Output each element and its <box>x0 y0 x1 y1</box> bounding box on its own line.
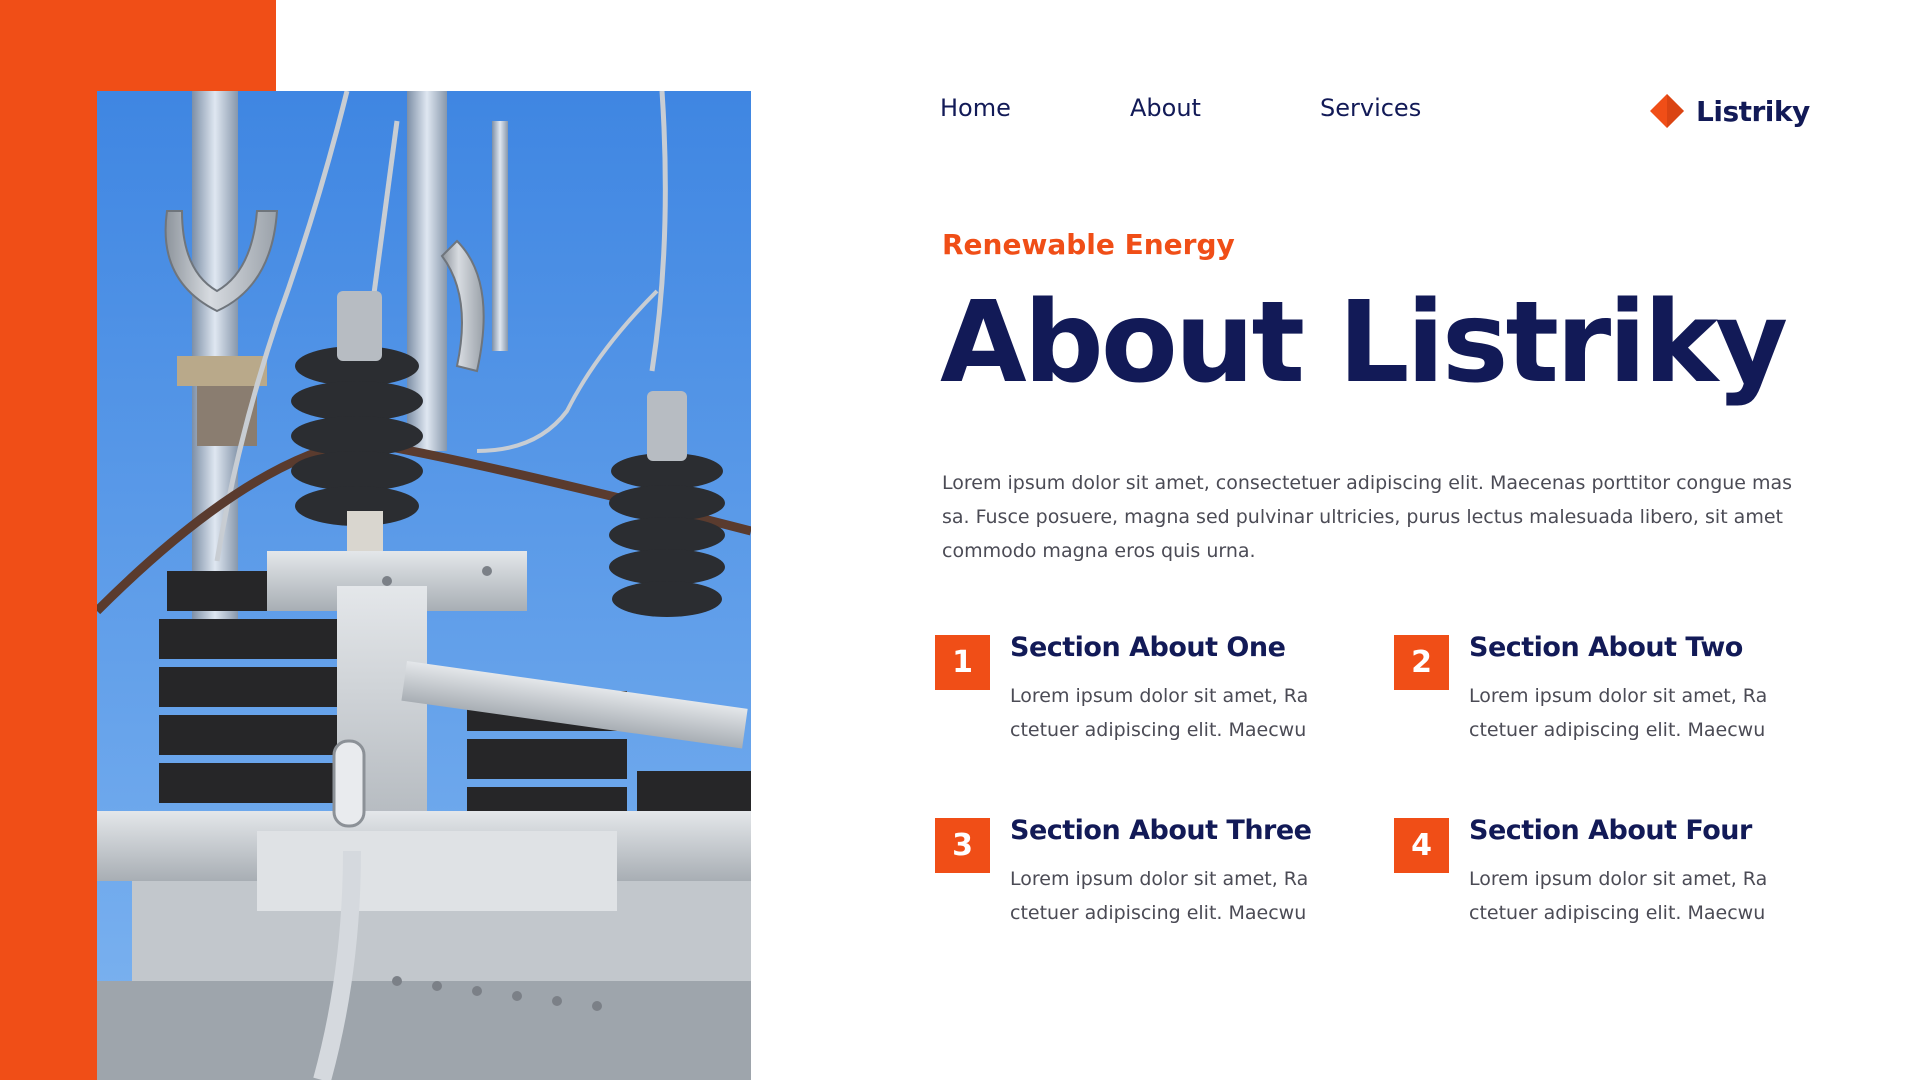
brand-logo[interactable]: Listriky <box>1648 92 1810 130</box>
nav-services-link[interactable]: Services <box>1320 94 1421 122</box>
diamond-logo-icon <box>1650 94 1684 128</box>
section-text: Lorem ipsum dolor sit amet, Ra ctetuer a… <box>1010 685 1309 741</box>
section-text: Lorem ipsum dolor sit amet, Ra ctetuer a… <box>1469 685 1768 741</box>
nav-home-link[interactable]: Home <box>940 94 1011 122</box>
hero-eyebrow: Renewable Energy <box>942 228 1235 261</box>
brand-name: Listriky <box>1696 94 1810 128</box>
section-about-four: 4 Section About Four Lorem ipsum dolor s… <box>1394 815 1814 938</box>
section-title: Section About One <box>1010 632 1286 663</box>
page-title: About Listriky <box>940 278 1788 408</box>
section-about-two: 2 Section About Two Lorem ipsum dolor si… <box>1394 632 1814 755</box>
section-number-badge: 4 <box>1394 818 1449 873</box>
section-title: Section About Four <box>1469 815 1752 846</box>
section-about-three: 3 Section About Three Lorem ipsum dolor … <box>935 815 1355 938</box>
substation-photo <box>97 91 751 1080</box>
section-about-one: 1 Section About One Lorem ipsum dolor si… <box>935 632 1355 755</box>
section-number-badge: 1 <box>935 635 990 690</box>
slide-page: Home About Services Listriky Renewable E… <box>0 0 1920 1080</box>
substation-illustration <box>97 91 751 1080</box>
hero-description: Lorem ipsum dolor sit amet, consectetuer… <box>942 472 1793 562</box>
section-number-badge: 2 <box>1394 635 1449 690</box>
section-text: Lorem ipsum dolor sit amet, Ra ctetuer a… <box>1010 868 1309 924</box>
section-text: Lorem ipsum dolor sit amet, Ra ctetuer a… <box>1469 868 1768 924</box>
nav-about-link[interactable]: About <box>1130 94 1201 122</box>
section-title: Section About Three <box>1010 815 1312 846</box>
section-title: Section About Two <box>1469 632 1743 663</box>
section-number-badge: 3 <box>935 818 990 873</box>
